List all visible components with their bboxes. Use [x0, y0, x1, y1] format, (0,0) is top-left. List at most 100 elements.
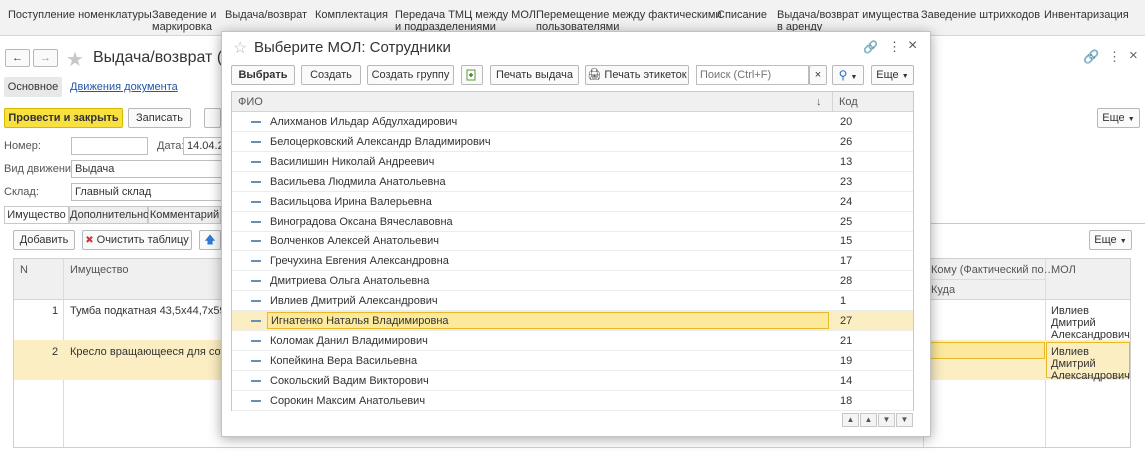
- clear-x-icon: ×: [814, 69, 822, 81]
- row-mol: Ивлиев Дмитрий Александрович: [1051, 305, 1130, 341]
- post-and-close-button[interactable]: Провести и закрыть: [4, 108, 123, 128]
- col-header-to-whom[interactable]: Кому (Фактический по…: [931, 264, 1055, 276]
- col-header-code[interactable]: Код: [832, 92, 913, 112]
- employee-row[interactable]: Васильева Людмила Анатольевна 23: [232, 172, 913, 192]
- link-icon[interactable]: 🔗: [863, 40, 878, 54]
- employee-row[interactable]: Ивлиев Дмитрий Александрович 1: [232, 291, 913, 312]
- more-vertical-icon[interactable]: ⋮: [888, 39, 901, 55]
- search-button[interactable]: ⚲ ▼: [832, 65, 864, 85]
- number-label: Номер:: [4, 140, 41, 152]
- tab-document-movements[interactable]: Движения документа: [70, 81, 178, 93]
- save-button[interactable]: Записать: [128, 108, 191, 128]
- col-header-fio[interactable]: ФИО ↓: [232, 92, 832, 112]
- nav-item[interactable]: Заведение и маркировка: [152, 9, 216, 33]
- item-marker-icon: [251, 379, 261, 382]
- clear-search-button[interactable]: ×: [809, 65, 827, 85]
- print-labels-button[interactable]: 🖨 Печать этикеток: [585, 65, 689, 85]
- employee-row[interactable]: Коломак Данил Владимирович 21: [232, 331, 913, 351]
- table-more-button[interactable]: Еще ▼: [1089, 230, 1132, 250]
- item-marker-icon: [251, 180, 261, 183]
- link-icon[interactable]: 🔗: [1083, 49, 1099, 65]
- chevron-down-icon: ▼: [1127, 116, 1135, 123]
- more-vertical-icon[interactable]: ⋮: [1108, 49, 1121, 65]
- employee-code: 28: [840, 275, 853, 288]
- col-header-where[interactable]: Куда: [931, 284, 955, 296]
- scroll-bottom-icon: ▼: [900, 415, 909, 424]
- nav-item[interactable]: Заведение штрихкодов: [921, 9, 1040, 21]
- table-more-label: Еще: [1094, 234, 1117, 246]
- employee-row[interactable]: Василишин Николай Андреевич 13: [232, 152, 913, 172]
- employee-code: 21: [840, 334, 853, 347]
- more-button[interactable]: Еще ▼: [1097, 108, 1140, 128]
- employee-row[interactable]: Волченков Алексей Анатольевич 15: [232, 231, 913, 252]
- nav-item[interactable]: Перемещение между фактическими пользоват…: [536, 9, 722, 33]
- tab-property[interactable]: Имущество: [4, 206, 69, 224]
- employee-code: 14: [840, 374, 853, 387]
- employee-row[interactable]: Копейкина Вера Васильевна 19: [232, 351, 913, 371]
- close-icon[interactable]: ×: [908, 37, 917, 55]
- nav-item[interactable]: Выдача/возврат: [225, 9, 307, 21]
- search-input[interactable]: [696, 65, 809, 85]
- tab-main[interactable]: Основное: [4, 77, 62, 97]
- document-title: Выдача/возврат (со: [93, 49, 240, 66]
- col-header-n[interactable]: N: [20, 264, 28, 276]
- move-up-button[interactable]: 🡅: [199, 230, 221, 250]
- nav-item[interactable]: Поступление номенклатуры: [8, 9, 152, 21]
- favorite-star-icon[interactable]: ☆: [233, 38, 247, 58]
- tab-additional[interactable]: Дополнительно: [69, 206, 149, 224]
- clear-table-label: Очистить таблицу: [96, 234, 189, 246]
- employee-row[interactable]: Сокольский Вадим Викторович 14: [232, 371, 913, 391]
- scroll-bottom-button[interactable]: ▼: [896, 413, 913, 427]
- employee-row[interactable]: Дмитриева Ольга Анатольевна 28: [232, 271, 913, 292]
- col-header-mol[interactable]: МОЛ: [1051, 264, 1076, 276]
- item-marker-icon: [251, 399, 261, 402]
- chevron-down-icon: ▼: [901, 73, 909, 80]
- number-input[interactable]: [71, 137, 148, 155]
- movement-type-select[interactable]: Выдача: [71, 160, 223, 178]
- scroll-top-button[interactable]: ▲: [842, 413, 859, 427]
- employee-code: 27: [840, 315, 853, 327]
- warehouse-input[interactable]: Главный склад: [71, 183, 223, 201]
- scroll-down-icon: ▼: [882, 415, 891, 424]
- back-button[interactable]: ←: [5, 49, 30, 67]
- item-marker-icon: [251, 140, 261, 143]
- employee-name: Волченков Алексей Анатольевич: [270, 235, 439, 248]
- employee-row[interactable]: Гречухина Евгения Александровна 17: [232, 251, 913, 272]
- employee-code: 24: [840, 195, 853, 208]
- item-marker-icon: [251, 359, 261, 362]
- nav-item[interactable]: Комплектация: [315, 9, 388, 21]
- employee-name: Белоцерковский Александр Владимирович: [270, 135, 491, 148]
- col-header-fio-label: ФИО: [238, 96, 263, 108]
- scroll-down-button[interactable]: ▼: [878, 413, 895, 427]
- employee-row[interactable]: Алихманов Ильдар Абдулхадирович 20: [232, 112, 913, 132]
- date-input[interactable]: 14.04.20: [183, 137, 223, 155]
- create-group-button[interactable]: Создать группу: [367, 65, 454, 85]
- nav-item[interactable]: Передача ТМЦ между МОЛ и подразделениями: [395, 9, 536, 33]
- employee-row[interactable]: Васильцова Ирина Валерьевна 24: [232, 192, 913, 212]
- tab-comment[interactable]: Комментарий: [148, 206, 221, 224]
- close-icon[interactable]: ×: [1129, 47, 1138, 64]
- add-row-button[interactable]: Добавить: [13, 230, 75, 250]
- employee-row[interactable]: Виноградова Оксана Вячеславовна 25: [232, 212, 913, 232]
- select-button[interactable]: Выбрать: [231, 65, 295, 85]
- employee-row[interactable]: Сорокин Максим Анатольевич 18: [232, 391, 913, 411]
- create-button[interactable]: Создать: [301, 65, 361, 85]
- print-issue-button[interactable]: Печать выдача: [490, 65, 579, 85]
- nav-item[interactable]: Инвентаризация: [1044, 9, 1129, 21]
- forward-button[interactable]: →: [33, 49, 58, 67]
- arrow-left-icon: ←: [12, 52, 23, 64]
- clear-table-button[interactable]: ✖ Очистить таблицу: [82, 230, 192, 250]
- employee-row[interactable]: Белоцерковский Александр Владимирович 26: [232, 132, 913, 152]
- post-button-partial[interactable]: [204, 108, 221, 128]
- dialog-title: Выберите МОЛ: Сотрудники: [254, 39, 451, 56]
- to-whom-cell-editing[interactable]: [924, 342, 1045, 359]
- dialog-more-button[interactable]: Еще ▼: [871, 65, 914, 85]
- scroll-up-button[interactable]: ▲: [860, 413, 877, 427]
- item-marker-icon: [251, 320, 261, 322]
- nav-item[interactable]: Выдача/возврат имущества в аренду: [777, 9, 919, 33]
- employee-row-selected[interactable]: Игнатенко Наталья Владимировна 27: [232, 311, 913, 331]
- col-header-property[interactable]: Имущество: [70, 264, 129, 276]
- copy-button[interactable]: [461, 65, 483, 85]
- favorite-star-icon[interactable]: ★: [66, 47, 84, 72]
- nav-item[interactable]: Списание: [717, 9, 767, 21]
